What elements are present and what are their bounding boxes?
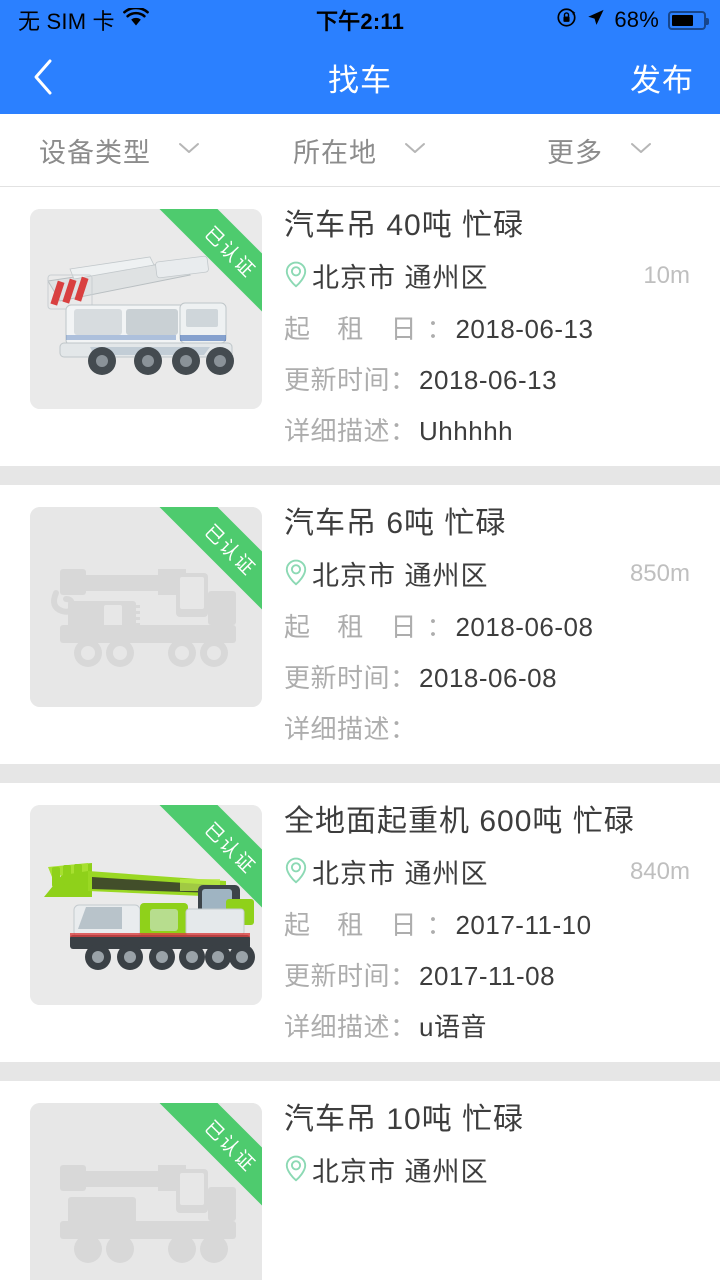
listing-thumbnail[interactable]: 已认证	[30, 1103, 262, 1280]
update-time-label: 更新时间	[284, 961, 391, 991]
start-date-label: 起 租 日	[284, 314, 427, 344]
listing-location-row: 北京市 通州区 850m	[284, 554, 690, 593]
description-value: Uhhhhh	[419, 416, 514, 446]
update-time-value: 2017-11-08	[419, 961, 556, 991]
description-label: 详细描述	[284, 1012, 391, 1042]
listing-location: 北京市 通州区	[312, 263, 489, 293]
chevron-down-icon	[629, 141, 653, 160]
listing-location: 北京市 通州区	[312, 859, 489, 889]
listing-description-row: 详细描述 ： Uhhhhh	[284, 411, 690, 448]
colon: ：	[390, 416, 417, 446]
listing-start-date-row: 起 租 日 ： 2018-06-08	[284, 607, 690, 644]
listing-description-row: 详细描述 ： u语音	[284, 1007, 690, 1044]
crane-placeholder-icon	[30, 1103, 262, 1280]
listing-title: 汽车吊 6吨 忙碌	[284, 507, 507, 540]
filter-label: 更多	[547, 137, 603, 168]
listing-location-row: 北京市 通州区 840m	[284, 852, 690, 891]
listing-description-row: 详细描述 ：	[284, 709, 690, 746]
colon: ：	[390, 365, 417, 395]
description-value: u语音	[419, 1012, 487, 1042]
listing-distance: 10m	[643, 261, 690, 289]
listing-thumbnail[interactable]: 已认证	[30, 209, 262, 409]
listing-list: 已认证 汽车吊 40吨 忙碌 北京市 通州区 10m 起 租 日 ： 2018-…	[0, 187, 720, 1280]
status-bar-right: 68%	[556, 7, 720, 34]
list-separator	[0, 466, 720, 485]
chevron-left-icon	[32, 58, 54, 96]
start-date-label: 起 租 日	[284, 612, 427, 642]
location-arrow-icon	[586, 7, 605, 33]
listing-start-date-row: 起 租 日 ： 2017-11-10	[284, 905, 690, 942]
listing-title: 全地面起重机 600吨 忙碌	[284, 805, 635, 838]
list-item[interactable]: 已认证 汽车吊 10吨 忙碌 北京市 通州区	[0, 1081, 720, 1280]
colon: ：	[426, 910, 453, 940]
list-separator	[0, 764, 720, 783]
crane-photo-green	[30, 805, 262, 1005]
list-separator	[0, 1062, 720, 1081]
filter-bar: 设备类型 所在地 更多	[0, 114, 720, 187]
filter-more[interactable]: 更多	[480, 131, 720, 170]
status-bar: 无 SIM 卡 下午2:11 68%	[0, 0, 720, 40]
listing-title: 汽车吊 10吨 忙碌	[284, 1103, 525, 1136]
listing-thumbnail[interactable]: 已认证	[30, 507, 262, 707]
battery-percent-label: 68%	[614, 7, 659, 32]
status-bar-left: 无 SIM 卡	[0, 4, 149, 36]
listing-start-date-row: 起 租 日 ： 2018-06-13	[284, 309, 690, 346]
filter-label: 所在地	[293, 137, 377, 168]
listing-title: 汽车吊 40吨 忙碌	[284, 209, 525, 242]
list-item[interactable]: 已认证 汽车吊 6吨 忙碌 北京市 通州区 850m 起 租 日 ： 2018-…	[0, 485, 720, 764]
update-time-label: 更新时间	[284, 663, 391, 693]
chevron-down-icon	[177, 141, 201, 160]
location-pin-icon	[284, 856, 308, 889]
location-pin-icon	[284, 1154, 308, 1187]
list-item[interactable]: 已认证 全地面起重机 600吨 忙碌 北京市 通州区 840m 起 租 日 ： …	[0, 783, 720, 1062]
listing-location-row: 北京市 通州区 10m	[284, 256, 690, 295]
listing-update-time-row: 更新时间 ： 2018-06-13	[284, 360, 690, 397]
listing-location: 北京市 通州区	[312, 561, 489, 591]
colon: ：	[426, 314, 453, 344]
filter-label: 设备类型	[39, 137, 151, 168]
location-pin-icon	[284, 558, 308, 591]
rotation-lock-icon	[556, 7, 577, 34]
listing-location: 北京市 通州区	[312, 1157, 489, 1187]
chevron-down-icon	[403, 141, 427, 160]
start-date-value: 2018-06-13	[455, 314, 594, 344]
colon: ：	[426, 612, 453, 642]
filter-equipment-type[interactable]: 设备类型	[0, 131, 240, 170]
listing-location-row: 北京市 通州区	[284, 1150, 690, 1189]
description-label: 详细描述	[284, 714, 391, 744]
description-label: 详细描述	[284, 416, 391, 446]
listing-update-time-row: 更新时间 ： 2017-11-08	[284, 956, 690, 993]
listing-info: 汽车吊 10吨 忙碌 北京市 通州区	[262, 1103, 720, 1280]
crane-photo-white	[30, 209, 262, 409]
app-screen: 无 SIM 卡 下午2:11 68% 找车 发布 设备类型 所在地 更多 已认证…	[0, 0, 720, 1280]
back-button[interactable]	[0, 40, 86, 114]
location-pin-icon	[284, 260, 308, 293]
publish-button[interactable]: 发布	[630, 55, 720, 100]
colon: ：	[390, 663, 417, 693]
list-item[interactable]: 已认证 汽车吊 40吨 忙碌 北京市 通州区 10m 起 租 日 ： 2018-…	[0, 187, 720, 466]
crane-placeholder-icon	[30, 507, 262, 707]
start-date-value: 2018-06-08	[455, 612, 594, 642]
listing-info: 汽车吊 40吨 忙碌 北京市 通州区 10m 起 租 日 ： 2018-06-1…	[262, 209, 720, 448]
listing-thumbnail[interactable]: 已认证	[30, 805, 262, 1005]
listing-info: 汽车吊 6吨 忙碌 北京市 通州区 850m 起 租 日 ： 2018-06-0…	[262, 507, 720, 746]
wifi-icon	[122, 6, 149, 33]
update-time-value: 2018-06-08	[419, 663, 558, 693]
update-time-label: 更新时间	[284, 365, 391, 395]
filter-location[interactable]: 所在地	[240, 131, 480, 170]
start-date-value: 2017-11-10	[455, 910, 592, 940]
battery-icon	[668, 10, 709, 30]
listing-distance: 840m	[629, 857, 690, 885]
nav-bar: 找车 发布	[0, 40, 720, 114]
carrier-label: 无 SIM 卡	[18, 9, 115, 34]
colon: ：	[390, 961, 417, 991]
update-time-value: 2018-06-13	[419, 365, 558, 395]
listing-distance: 850m	[629, 559, 690, 587]
page-title: 找车	[328, 62, 392, 98]
listing-update-time-row: 更新时间 ： 2018-06-08	[284, 658, 690, 695]
start-date-label: 起 租 日	[284, 910, 427, 940]
colon: ：	[390, 714, 417, 744]
colon: ：	[390, 1012, 417, 1042]
listing-info: 全地面起重机 600吨 忙碌 北京市 通州区 840m 起 租 日 ： 2017…	[262, 805, 720, 1044]
